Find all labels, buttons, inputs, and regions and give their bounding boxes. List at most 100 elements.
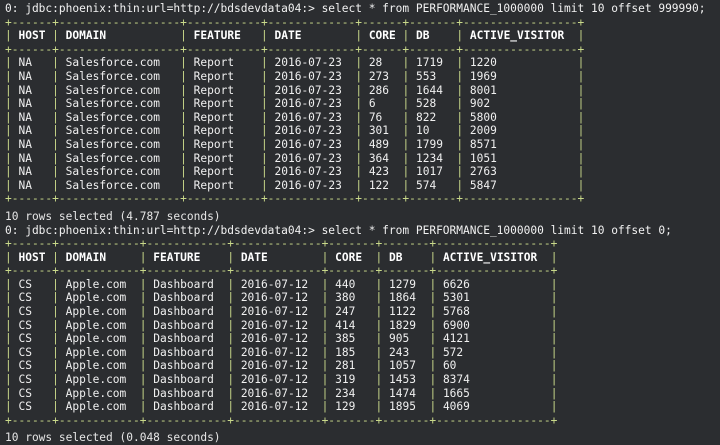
table-row: | NA | Salesforce.com | Report | 2016-07…: [5, 56, 720, 70]
column-header: CORE: [362, 29, 402, 43]
column-separator: |: [355, 97, 362, 111]
column-separator: |: [52, 319, 59, 333]
status-line: 10 rows selected (0.048 seconds): [5, 431, 720, 445]
column-separator: |: [322, 291, 329, 305]
table-cell: 1665: [436, 387, 551, 401]
column-separator: |: [180, 56, 187, 70]
column-separator: |: [376, 251, 383, 265]
table-cell: Apple.com: [59, 319, 140, 333]
table-cell: CS: [12, 359, 52, 373]
query-result-block: 0: jdbc:phoenix:thin:url=http://bdsdevda…: [5, 2, 720, 224]
column-separator: |: [429, 359, 436, 373]
column-separator: |: [5, 29, 12, 43]
table-cell: 2016-07-23: [268, 124, 356, 138]
column-separator: |: [180, 84, 187, 98]
column-separator: |: [376, 359, 383, 373]
table-cell: NA: [12, 179, 52, 193]
query-result-block: 0: jdbc:phoenix:thin:url=http://bdsdevda…: [5, 224, 720, 445]
column-separator: |: [5, 251, 12, 265]
table-cell: 2016-07-12: [234, 332, 322, 346]
column-separator: |: [5, 387, 12, 401]
table-row: | CS | Apple.com | Dashboard | 2016-07-1…: [5, 305, 720, 319]
table-cell: 8001: [463, 84, 578, 98]
column-separator: |: [403, 179, 410, 193]
table-cell: 2016-07-12: [234, 305, 322, 319]
column-separator: |: [429, 373, 436, 387]
table-cell: Report: [187, 70, 261, 84]
column-separator: |: [456, 165, 463, 179]
column-separator: |: [261, 138, 268, 152]
table-cell: 574: [409, 179, 456, 193]
table-cell: Salesforce.com: [59, 179, 180, 193]
column-separator: |: [355, 179, 362, 193]
column-separator: |: [52, 373, 59, 387]
column-separator: |: [52, 278, 59, 292]
column-separator: |: [551, 359, 558, 373]
column-separator: |: [52, 97, 59, 111]
table-cell: NA: [12, 138, 52, 152]
column-separator: |: [578, 111, 585, 125]
table-cell: Salesforce.com: [59, 165, 180, 179]
column-separator: |: [322, 278, 329, 292]
column-separator: |: [52, 251, 59, 265]
table-row: | NA | Salesforce.com | Report | 2016-07…: [5, 111, 720, 125]
table-row: | NA | Salesforce.com | Report | 2016-07…: [5, 179, 720, 193]
table-cell: Report: [187, 124, 261, 138]
table-cell: 1474: [382, 387, 429, 401]
column-separator: |: [261, 165, 268, 179]
column-separator: |: [578, 165, 585, 179]
column-separator: |: [355, 56, 362, 70]
column-separator: |: [52, 179, 59, 193]
column-separator: |: [322, 387, 329, 401]
column-separator: |: [429, 251, 436, 265]
table-cell: 1799: [409, 138, 456, 152]
column-separator: |: [456, 70, 463, 84]
column-separator: |: [180, 179, 187, 193]
column-separator: |: [227, 332, 234, 346]
terminal-window[interactable]: 0: jdbc:phoenix:thin:url=http://bdsdevda…: [0, 0, 720, 439]
table-cell: 414: [328, 319, 375, 333]
table-cell: CS: [12, 305, 52, 319]
table-cell: 2016-07-23: [268, 165, 356, 179]
table-cell: 2016-07-12: [234, 387, 322, 401]
table-cell: CS: [12, 373, 52, 387]
column-separator: |: [180, 152, 187, 166]
table-row: | CS | Apple.com | Dashboard | 2016-07-1…: [5, 373, 720, 387]
table-cell: CS: [12, 278, 52, 292]
table-cell: Apple.com: [59, 346, 140, 360]
table-cell: 281: [328, 359, 375, 373]
column-separator: |: [403, 84, 410, 98]
column-header: DATE: [268, 29, 356, 43]
column-separator: |: [456, 56, 463, 70]
table-row: | NA | Salesforce.com | Report | 2016-07…: [5, 124, 720, 138]
table-cell: 2016-07-12: [234, 346, 322, 360]
column-separator: |: [5, 56, 12, 70]
column-separator: |: [261, 152, 268, 166]
table-cell: 905: [382, 332, 429, 346]
column-separator: |: [578, 179, 585, 193]
table-cell: Report: [187, 179, 261, 193]
table-cell: Apple.com: [59, 387, 140, 401]
table-cell: Apple.com: [59, 278, 140, 292]
column-separator: |: [261, 56, 268, 70]
table-cell: 185: [328, 346, 375, 360]
table-cell: Salesforce.com: [59, 70, 180, 84]
column-separator: |: [52, 84, 59, 98]
column-separator: |: [5, 332, 12, 346]
table-cell: 553: [409, 70, 456, 84]
table-border-bottom: +------+------------+------------+------…: [5, 414, 720, 428]
column-separator: |: [140, 291, 147, 305]
column-separator: |: [578, 97, 585, 111]
column-separator: |: [551, 373, 558, 387]
table-cell: 8374: [436, 373, 551, 387]
table-cell: Dashboard: [147, 291, 228, 305]
table-cell: Dashboard: [147, 400, 228, 414]
column-separator: |: [322, 373, 329, 387]
column-separator: |: [376, 332, 383, 346]
table-cell: 380: [328, 291, 375, 305]
table-cell: 1279: [382, 278, 429, 292]
table-cell: CS: [12, 387, 52, 401]
table-cell: Dashboard: [147, 332, 228, 346]
column-separator: |: [429, 400, 436, 414]
column-header: DB: [409, 29, 456, 43]
